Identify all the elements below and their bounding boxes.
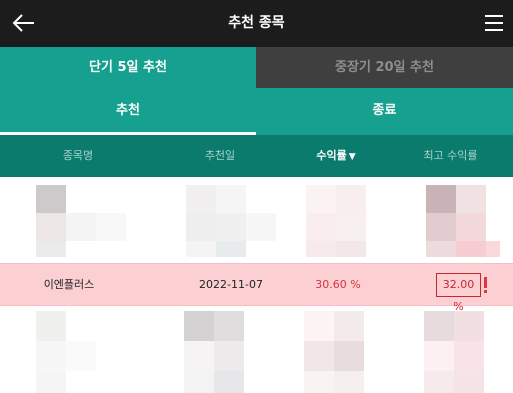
recommend-date: 2022-11-07 [199,278,263,291]
blurred-cell [424,311,454,341]
blurred-cell [456,241,486,257]
status-tabs: 추천 종료 [0,88,513,135]
blurred-cell [184,371,214,393]
period-tabs: 단기 5일 추천 중장기 20일 추천 [0,47,513,88]
blurred-cell [216,185,246,213]
blurred-cell [426,213,456,241]
blurred-cell [36,371,66,393]
table-row-highlighted[interactable]: 이엔플러스 2022-11-07 30.60 % 32.00 % [0,263,513,313]
blurred-cell [36,185,66,213]
sort-desc-icon: ▼ [348,152,356,162]
tab-recommended[interactable]: 추천 [0,88,256,135]
blurred-cell [304,311,334,341]
blurred-cell [306,213,336,241]
blurred-cell [36,241,66,257]
alert-icon [484,277,487,293]
blurred-cell [454,371,484,393]
blurred-cell [424,341,454,371]
stock-name[interactable]: 이엔플러스 [0,264,138,305]
blurred-cell [334,341,364,371]
blurred-cell [66,213,96,241]
blurred-cell [306,241,336,257]
blurred-cell [186,213,216,241]
column-header-max-return[interactable]: 최고 수익률 [388,135,513,177]
page-title: 추천 종목 [228,15,285,31]
blurred-cell [96,213,126,241]
blurred-cell [424,371,454,393]
blurred-cell [304,371,334,393]
blurred-cell [184,341,214,371]
blurred-cell [214,341,244,371]
hamburger-menu-icon[interactable] [483,12,505,34]
table-row-blurred[interactable] [0,177,513,263]
blurred-cell [184,311,214,341]
blurred-cell [304,341,334,371]
blurred-cell [334,311,364,341]
blurred-cell [216,241,246,257]
blurred-cell [334,371,364,393]
blurred-cell [186,185,216,213]
column-header-name[interactable]: 종목명 [0,135,156,177]
top-bar: 추천 종목 [0,0,513,47]
blurred-cell [336,241,366,257]
return-rate: 30.60 % [315,278,361,291]
blurred-cell [336,213,366,241]
blurred-cell [456,213,486,241]
table-header: 종목명 추천일 수익률 ▼ 최고 수익률 [0,135,513,177]
blurred-cell [336,185,366,213]
column-header-return-label: 수익률 [316,149,347,162]
blurred-cell [36,341,66,371]
tab-short-term[interactable]: 단기 5일 추천 [0,47,256,88]
blurred-cell [36,311,66,341]
blurred-cell [186,241,216,257]
blurred-cell [214,371,244,393]
blurred-cell [426,241,456,257]
blurred-cell [456,185,486,213]
blurred-cell [66,341,96,371]
table-row-blurred[interactable] [0,307,513,393]
tab-mid-long-term[interactable]: 중장기 20일 추천 [256,47,513,88]
blurred-cell [214,311,244,341]
blurred-cell [216,213,246,241]
column-header-date[interactable]: 추천일 [156,135,284,177]
blurred-cell [306,185,336,213]
tab-closed[interactable]: 종료 [256,88,513,135]
blurred-cell [454,311,484,341]
blurred-cell [426,185,456,213]
blurred-cell [36,213,66,241]
max-return-rate: 32.00 % [436,273,481,313]
blurred-cell [486,241,500,257]
column-header-return[interactable]: 수익률 ▼ [284,135,388,177]
blurred-cell [454,341,484,371]
blurred-cell [246,213,276,241]
